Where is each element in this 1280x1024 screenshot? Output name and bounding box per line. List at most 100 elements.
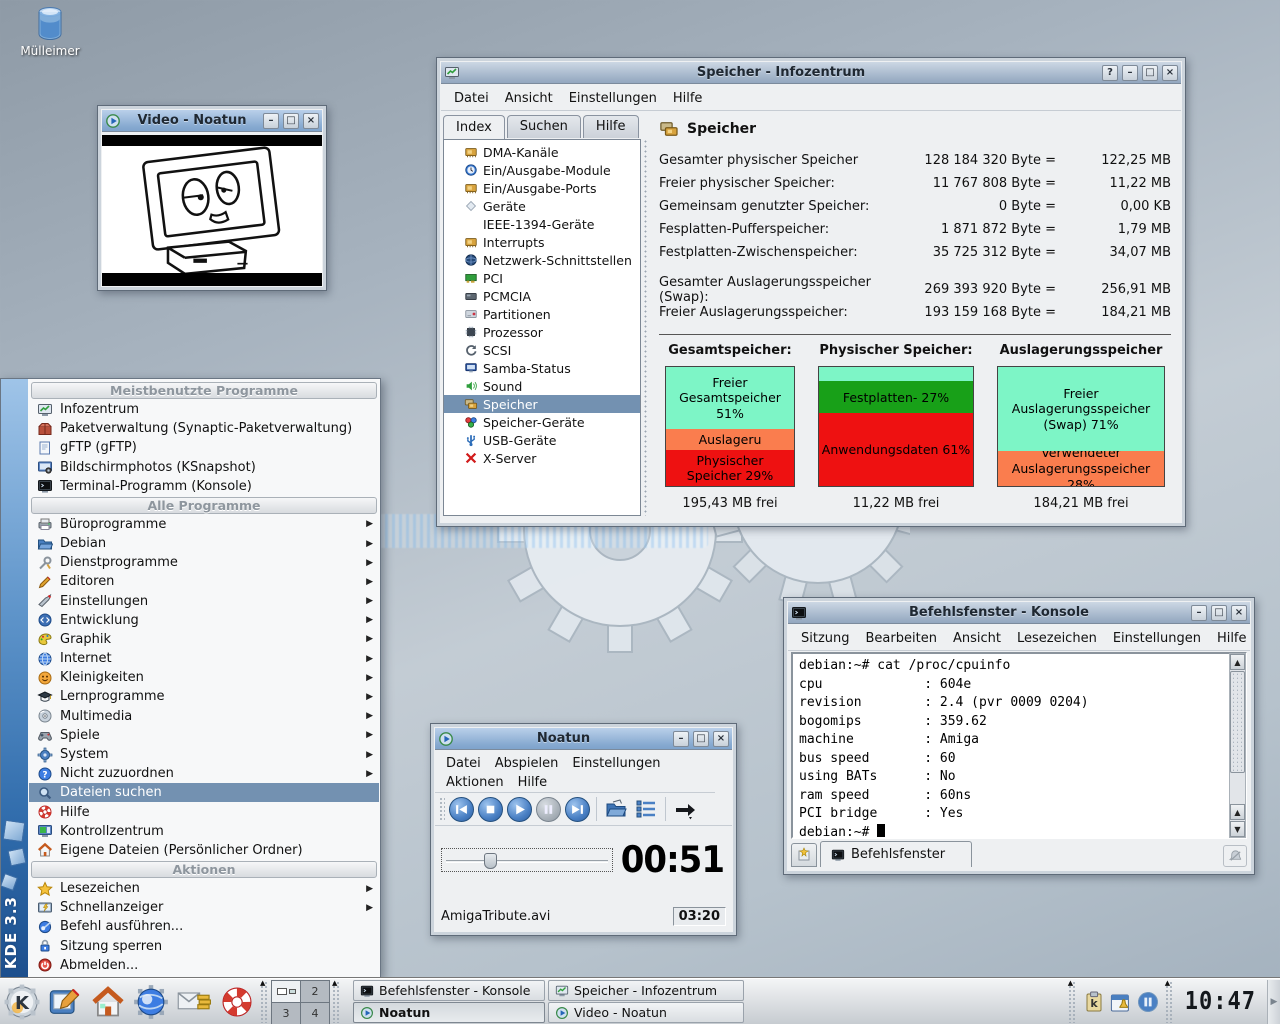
trash-desktop-icon[interactable]: Mülleimer (10, 6, 90, 58)
pager-desktop-1[interactable] (272, 981, 300, 1002)
play-button[interactable] (507, 797, 532, 822)
kmenu-item-einstellungen[interactable]: Einstellungen▶ (29, 592, 379, 611)
kmenu-item-lesezeichen[interactable]: Lesezeichen▶ (29, 879, 379, 898)
kmenu-item-bildschirmphotos-ksnapshot[interactable]: Bildschirmphotos (KSnapshot) (29, 458, 379, 477)
playlist-button[interactable] (633, 796, 659, 822)
taskbar-task-noatun[interactable]: Noatun (353, 1002, 545, 1023)
menu-sitzung[interactable]: Sitzung (794, 629, 857, 648)
menu-ansicht[interactable]: Ansicht (946, 629, 1008, 648)
kmenu-item-system[interactable]: System▶ (29, 745, 379, 764)
menu-hilfe[interactable]: Hilfe (1210, 629, 1254, 648)
browser-button[interactable] (130, 981, 172, 1023)
mail-button[interactable] (173, 981, 215, 1023)
digital-clock[interactable]: 10:47 (1179, 987, 1262, 1016)
applet-handle[interactable] (332, 981, 341, 1023)
pager-desktop-4[interactable]: 4 (301, 1003, 329, 1024)
sidebar-item-pcmcia[interactable]: PCMCIA (444, 287, 640, 305)
sidebar-item-dma-kan-le[interactable]: DMA-Kanäle (444, 143, 640, 161)
desktop-note-button[interactable] (44, 981, 86, 1023)
maximize-button[interactable]: □ (1142, 65, 1158, 81)
tab-index[interactable]: Index (443, 115, 505, 139)
maximize-button[interactable]: □ (693, 731, 709, 747)
open-file-button[interactable] (603, 796, 629, 822)
sidebar-item-ein-ausgabe-module[interactable]: Ein/Ausgabe-Module (444, 161, 640, 179)
help-button[interactable] (216, 981, 258, 1023)
kmenu-item-graphik[interactable]: Graphik▶ (29, 630, 379, 649)
sidebar-item-prozessor[interactable]: Prozessor (444, 323, 640, 341)
minimize-button[interactable]: – (1191, 605, 1207, 621)
infocenter-titlebar[interactable]: Speicher - Infozentrum ? – □ × (441, 62, 1181, 84)
kmenu-item-infozentrum[interactable]: Infozentrum (29, 400, 379, 419)
scroll-up-button2[interactable]: ▲ (1230, 804, 1245, 820)
slider-thumb[interactable] (484, 853, 497, 869)
toolbar-handle[interactable] (439, 797, 445, 821)
noatun-titlebar[interactable]: Noatun – □ × (435, 728, 732, 750)
kmenu-item-internet[interactable]: Internet▶ (29, 649, 379, 668)
next-button[interactable] (565, 797, 590, 822)
taskbar-task-video-noatun[interactable]: Video - Noatun (548, 1002, 744, 1023)
terminal-output[interactable]: debian:~# cat /proc/cpuinfo cpu : 604e r… (791, 652, 1247, 839)
home-button[interactable] (87, 981, 129, 1023)
menu-datei[interactable]: Datei (447, 89, 496, 108)
sidebar-item-speicher-ger-te[interactable]: Speicher-Geräte (444, 413, 640, 431)
sidebar-item-pci[interactable]: PCI (444, 269, 640, 287)
kmenu-item-abmelden[interactable]: Abmelden... (29, 956, 379, 975)
sidebar-item-usb-ger-te[interactable]: USB-Geräte (444, 431, 640, 449)
sidebar-item-speicher[interactable]: Speicher (444, 395, 640, 413)
previous-button[interactable] (449, 797, 474, 822)
kmenu-item-hilfe[interactable]: Hilfe (29, 802, 379, 821)
konsole-titlebar[interactable]: Befehlsfenster - Konsole – □ × (788, 602, 1250, 624)
kmenu-item-kontrollzentrum[interactable]: Kontrollzentrum (29, 822, 379, 841)
kmenu-item-eigene-dateien-pers-nlicher-ordner[interactable]: Eigene Dateien (Persönlicher Ordner) (29, 841, 379, 860)
sidebar-item-ger-te[interactable]: Geräte (444, 197, 640, 215)
sidebar-item-ein-ausgabe-ports[interactable]: Ein/Ausgabe-Ports (444, 179, 640, 197)
applet-handle[interactable] (1068, 981, 1077, 1023)
kmenu-item-multimedia[interactable]: Multimedia▶ (29, 707, 379, 726)
close-button[interactable]: × (303, 113, 319, 129)
sidebar-item-samba-status[interactable]: Samba-Status (444, 359, 640, 377)
kmenu-item-spiele[interactable]: Spiele▶ (29, 726, 379, 745)
menu-hilfe[interactable]: Hilfe (666, 89, 710, 108)
kmenu-item-nicht-zuzuordnen[interactable]: ?Nicht zuzuordnen▶ (29, 764, 379, 783)
applet-handle[interactable] (1165, 981, 1174, 1023)
kmenu-button[interactable]: K (1, 981, 43, 1023)
close-button[interactable]: × (1162, 65, 1178, 81)
maximize-button[interactable]: □ (283, 113, 299, 129)
kmenu-item-gftp-gftp[interactable]: gFTP (gFTP) (29, 438, 379, 457)
tab-suchen[interactable]: Suchen (507, 115, 581, 138)
sidebar-item-interrupts[interactable]: Interrupts (444, 233, 640, 251)
kmenu-item-editoren[interactable]: Editoren▶ (29, 572, 379, 591)
kmenu-item-dienstprogramme[interactable]: Dienstprogramme▶ (29, 553, 379, 572)
sidebar-splitter[interactable] (643, 139, 648, 516)
menu-bearbeiten[interactable]: Bearbeiten (859, 629, 944, 648)
minimize-button[interactable]: – (673, 731, 689, 747)
desktop-pager[interactable]: 234 (271, 980, 330, 1024)
menu-aktionen[interactable]: Aktionen (439, 773, 511, 792)
kmenu-item-dateien-suchen[interactable]: Dateien suchen (29, 783, 379, 802)
kmenu-item-entwicklung[interactable]: Entwicklung▶ (29, 611, 379, 630)
pager-desktop-3[interactable]: 3 (272, 1003, 300, 1024)
minimize-button[interactable]: – (263, 113, 279, 129)
menu-abspielen[interactable]: Abspielen (488, 754, 566, 773)
kmenu-item-kleinigkeiten[interactable]: Kleinigkeiten▶ (29, 668, 379, 687)
kmenu-item-terminal-programm-konsole[interactable]: Terminal-Programm (Konsole) (29, 477, 379, 496)
bell-muted-icon[interactable] (1223, 845, 1247, 867)
minimize-button[interactable]: – (1122, 65, 1138, 81)
scroll-thumb[interactable] (1230, 671, 1245, 773)
terminal-scrollbar[interactable]: ▲ ▲ ▼ (1229, 653, 1246, 838)
effects-arrow-button[interactable] (672, 796, 698, 822)
menu-einstellungen[interactable]: Einstellungen (562, 89, 664, 108)
sidebar-item-netzwerk-schnittstellen[interactable]: Netzwerk-Schnittstellen (444, 251, 640, 269)
media-player-tray-icon[interactable] (1136, 990, 1160, 1014)
kmenu-item-debian[interactable]: Debian▶ (29, 534, 379, 553)
sidebar-item-scsi[interactable]: SCSI (444, 341, 640, 359)
menu-ansicht[interactable]: Ansicht (498, 89, 560, 108)
organizer-tray-icon[interactable] (1109, 990, 1133, 1014)
stop-button[interactable] (478, 797, 503, 822)
new-session-button[interactable] (791, 843, 817, 867)
sidebar-item-ieee-1394-ger-te[interactable]: IEEE-1394-Geräte (444, 215, 640, 233)
panel-hide-button[interactable]: ▶ (1267, 980, 1280, 1024)
pager-desktop-2[interactable]: 2 (301, 981, 329, 1002)
menu-hilfe[interactable]: Hilfe (511, 773, 555, 792)
menu-lesezeichen[interactable]: Lesezeichen (1010, 629, 1104, 648)
